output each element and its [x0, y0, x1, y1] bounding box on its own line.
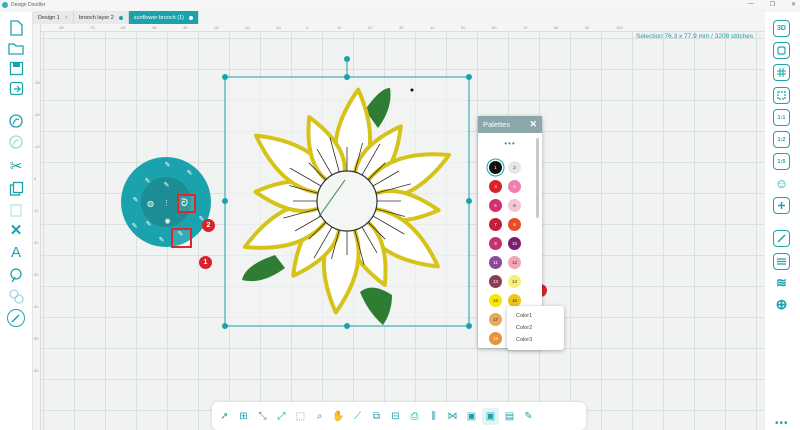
open-folder-icon[interactable]	[7, 39, 25, 57]
center-circle-icon[interactable]: ◉	[163, 217, 172, 226]
tool-icon[interactable]: ✎	[130, 222, 139, 231]
bottom-toolbar: ➚ ⊞ ⤡ ⤢ ⬚ ⌕ ✋ ⟋ ⧉ ⊟ ⎙ ⫼ ⋈ ▣ ▣ ▤ ✎	[212, 402, 586, 430]
zoom-1-2-icon[interactable]: 1:2	[773, 131, 790, 148]
delete-icon[interactable]: ✕	[7, 221, 25, 239]
palette-color-chip[interactable]: 12	[508, 256, 521, 269]
hoop-icon[interactable]	[773, 42, 790, 59]
zoom-1-1-icon[interactable]: 1:1	[773, 109, 790, 126]
select-pointer-icon[interactable]: ➚	[216, 408, 233, 425]
object-list-icon[interactable]	[773, 253, 790, 270]
tool-icon[interactable]: ✎	[162, 181, 171, 190]
palette-color-chip[interactable]: 17	[489, 313, 502, 326]
highlight-fill-tool	[171, 228, 192, 248]
palette-color-chip[interactable]: 5	[489, 199, 502, 212]
palette-color-chip[interactable]: 8	[508, 218, 521, 231]
shape-icon[interactable]	[7, 266, 25, 284]
right-toolbar: 3D 1:1 1:2 1:5 ☺ ≋ ⊕	[765, 12, 800, 430]
zoom-icon[interactable]: ⌕	[311, 408, 328, 425]
zoom-1-5-icon[interactable]: 1:5	[773, 153, 790, 170]
distribute-icon[interactable]: ⫼	[425, 408, 442, 425]
palette-color-chip[interactable]: 3	[489, 180, 502, 193]
3d-view-icon[interactable]: 3D	[773, 20, 790, 37]
image-active-icon[interactable]: ▣	[482, 407, 499, 425]
tool-icon[interactable]: ✎	[143, 177, 152, 186]
palettes-header: Palettes ✕	[478, 116, 542, 133]
more-options-icon[interactable]: •••	[775, 418, 789, 429]
digitize-icon[interactable]	[7, 112, 25, 130]
add-object-icon[interactable]	[773, 197, 790, 214]
text-icon[interactable]: A	[7, 243, 25, 261]
mirror-icon[interactable]: ⋈	[444, 408, 461, 425]
color-context-menu: Color1 Color2 Color3	[507, 306, 564, 350]
palette-color-chip[interactable]: 1	[489, 161, 502, 174]
grid-toggle-icon[interactable]	[773, 64, 790, 81]
palette-more-icon[interactable]: •••	[478, 139, 542, 148]
palette-scrollbar[interactable]	[536, 138, 539, 218]
crop-icon[interactable]: ⧉	[368, 408, 385, 425]
palette-color-chip[interactable]: 6	[508, 199, 521, 212]
tool-icon[interactable]: ✎	[131, 196, 140, 205]
layers-icon[interactable]: ≋	[773, 274, 790, 291]
close-panel-icon[interactable]: ✕	[529, 119, 537, 130]
fit-view-icon[interactable]	[773, 87, 790, 104]
globe-icon[interactable]: ⊕	[773, 296, 790, 313]
palette-color-chip[interactable]: 14	[508, 275, 521, 288]
palette-color-chip[interactable]: 15	[489, 294, 502, 307]
edit-image-icon[interactable]: ✎	[520, 408, 537, 425]
palette-color-chip[interactable]: 2	[508, 161, 521, 174]
palette-color-chip[interactable]: 13	[489, 275, 502, 288]
tool-icon[interactable]: ✎	[185, 169, 194, 178]
left-toolbar: ✂ ✕ A	[0, 12, 33, 430]
tool-icon[interactable]: ✎	[163, 161, 172, 170]
palette-color-chip[interactable]: 4	[508, 180, 521, 193]
satin-fill-icon[interactable]: ◍	[146, 199, 155, 208]
flower-center	[316, 170, 378, 232]
node-edit-icon[interactable]: ⤡	[254, 408, 271, 425]
palette-color-chip[interactable]: 9	[489, 237, 502, 250]
palettes-title: Palettes	[483, 120, 511, 129]
print-icon[interactable]: ⎙	[406, 408, 423, 425]
save-icon[interactable]	[7, 59, 25, 77]
rotate-handle	[344, 56, 350, 62]
brush-tool-icon[interactable]	[7, 309, 25, 327]
step-badge-1: 1	[199, 256, 212, 269]
highlight-curve-tool	[177, 194, 196, 213]
palette-color-chip[interactable]: 7	[489, 218, 502, 231]
realistic-view-icon[interactable]: ☺	[773, 175, 790, 192]
export-icon[interactable]	[7, 79, 25, 97]
measure-ruler-icon[interactable]: ⟋	[349, 408, 366, 425]
tool-icon[interactable]: ✎	[144, 220, 153, 229]
transform-select-icon[interactable]: ⊞	[235, 408, 252, 425]
reshape-icon[interactable]: ⤢	[273, 408, 290, 425]
copy-icon[interactable]	[7, 179, 25, 197]
pan-hand-icon[interactable]: ✋	[330, 408, 347, 425]
menu-item-color1[interactable]: Color1	[516, 313, 532, 319]
menu-item-color2[interactable]: Color2	[516, 325, 532, 331]
auto-digitize-icon[interactable]	[7, 133, 25, 151]
palette-color-chip[interactable]: 19	[489, 332, 502, 345]
grid-icon[interactable]: ⋮	[162, 199, 171, 208]
image-adjust-icon[interactable]: ▤	[501, 408, 518, 425]
palette-color-chip[interactable]: 11	[489, 256, 502, 269]
paste-icon[interactable]	[7, 200, 25, 218]
step-badge-2: 2	[202, 219, 215, 232]
lasso-select-icon[interactable]: ⬚	[292, 408, 309, 425]
image-icon[interactable]: ▣	[463, 408, 480, 425]
tool-icon[interactable]: ✎	[157, 236, 166, 245]
menu-item-color3[interactable]: Color3	[516, 337, 532, 343]
align-icon[interactable]: ⊟	[387, 408, 404, 425]
applique-icon[interactable]	[7, 287, 25, 305]
palette-color-chip[interactable]: 10	[508, 237, 521, 250]
scissors-icon[interactable]: ✂	[7, 157, 25, 175]
new-file-icon[interactable]	[7, 19, 25, 37]
design-properties-icon[interactable]	[773, 230, 790, 247]
design-artwork[interactable]	[0, 0, 800, 430]
